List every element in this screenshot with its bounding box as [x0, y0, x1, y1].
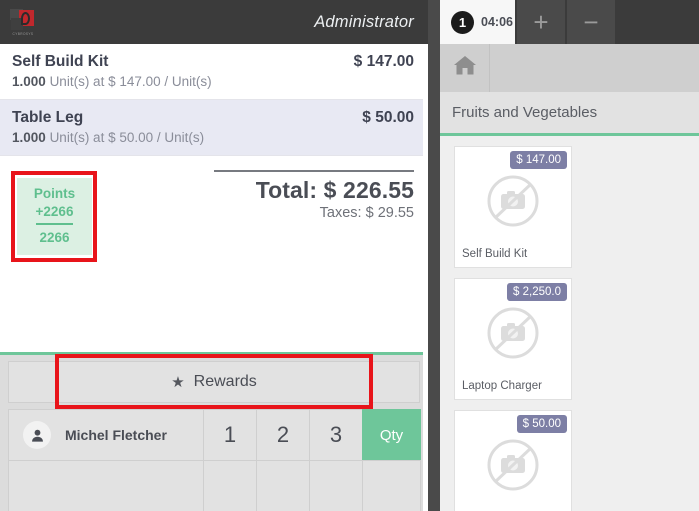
product-card[interactable]: $ 50.00 Table Leg	[454, 410, 572, 511]
home-icon	[453, 55, 477, 81]
rewards-row: ★ Rewards	[0, 354, 428, 409]
order-line-unit-detail: Unit(s) at $ 50.00 / Unit(s)	[49, 130, 205, 145]
qty-mode-button[interactable]: Qty	[362, 409, 421, 461]
keypad-key-5[interactable]	[256, 460, 310, 511]
star-icon: ★	[171, 373, 185, 391]
order-totals: Total: $ 226.55 Taxes: $ 29.55	[214, 170, 414, 221]
product-price: $ 147.00	[510, 151, 567, 169]
keypad-key-6[interactable]	[309, 460, 363, 511]
rewards-button-label: Rewards	[193, 373, 257, 390]
person-icon	[23, 421, 51, 449]
product-price: $ 50.00	[516, 415, 567, 433]
numeric-keypad: Michel Fletcher 1 2 3 Qty	[8, 409, 421, 511]
add-order-button[interactable]: +	[517, 0, 565, 44]
product-card[interactable]: $ 2,250.0 Laptop Charger	[454, 278, 572, 400]
product-name: Self Build Kit	[462, 248, 528, 260]
keypad-row2-action[interactable]	[362, 460, 421, 511]
category-header[interactable]: Fruits and Vegetables	[440, 92, 699, 136]
order-line-row[interactable]: Self Build Kit $ 147.00 1.000 Unit(s) at…	[0, 44, 428, 100]
rewards-button[interactable]: ★ Rewards	[8, 361, 420, 403]
order-line-detail: 1.000 Unit(s) at $ 147.00 / Unit(s)	[12, 74, 414, 89]
logo-wordmark: CYBROSYS	[12, 31, 34, 36]
product-panel: 1 04:06 + − Fruits and Vegetables $ 147.…	[440, 0, 699, 511]
totals-divider	[214, 170, 414, 172]
customer-button[interactable]: Michel Fletcher	[8, 409, 204, 461]
order-tab-number: 1	[451, 10, 474, 34]
order-line-qty: 1.000	[12, 74, 46, 89]
keypad-row	[8, 460, 421, 511]
breadcrumb	[440, 44, 699, 92]
product-name: Laptop Charger	[462, 380, 542, 392]
order-lines-list: Self Build Kit $ 147.00 1.000 Unit(s) at…	[0, 44, 428, 156]
order-line-price: $ 50.00	[362, 109, 414, 126]
keypad-key-3[interactable]: 3	[309, 409, 363, 461]
loyalty-points-box[interactable]: Points +2266 2266	[17, 178, 92, 255]
customer-name: Michel Fletcher	[65, 427, 167, 443]
cybrosys-logo: CYBROSYS	[8, 6, 38, 38]
remove-order-button[interactable]: −	[567, 0, 615, 44]
order-taxes-amount: Taxes: $ 29.55	[319, 205, 414, 221]
pos-screen: CYBROSYS Administrator Self Build Kit $ …	[0, 0, 699, 511]
points-label: Points	[33, 185, 76, 201]
keypad-key-2[interactable]: 2	[256, 409, 310, 461]
order-tabbar: 1 04:06 + −	[440, 0, 699, 44]
order-summary: Points +2266 2266 Total: $ 226.55 Taxes:…	[0, 156, 428, 352]
points-earned: +2266	[35, 204, 74, 226]
order-header: CYBROSYS Administrator	[0, 0, 428, 44]
order-line-product-name: Self Build Kit	[12, 53, 109, 70]
product-price: $ 2,250.0	[507, 283, 567, 301]
product-grid: $ 147.00 Self Build Kit $ 2,250.0 Laptop…	[440, 136, 699, 511]
order-line-qty: 1.000	[12, 130, 46, 145]
logo-mark-icon	[10, 8, 36, 31]
order-panel: CYBROSYS Administrator Self Build Kit $ …	[0, 0, 428, 511]
panel-divider	[428, 0, 440, 511]
order-panel-scrollbar[interactable]	[423, 44, 428, 511]
home-button[interactable]	[440, 44, 490, 92]
current-user-label: Administrator	[314, 12, 414, 31]
order-line-unit-detail: Unit(s) at $ 147.00 / Unit(s)	[49, 74, 212, 89]
keypad-row: Michel Fletcher 1 2 3 Qty	[8, 409, 421, 461]
keypad-key-1[interactable]: 1	[203, 409, 257, 461]
order-total-amount: Total: $ 226.55	[255, 177, 414, 203]
keypad-key-4[interactable]	[203, 460, 257, 511]
order-controls: ★ Rewards Michel Fletcher 1 2 3 Qty	[0, 354, 428, 511]
category-name: Fruits and Vegetables	[452, 104, 598, 121]
order-line-row[interactable]: Table Leg $ 50.00 1.000 Unit(s) at $ 50.…	[0, 100, 428, 156]
order-tab-1[interactable]: 1 04:06	[440, 0, 515, 44]
product-card[interactable]: $ 147.00 Self Build Kit	[454, 146, 572, 268]
keypad-row2-left[interactable]	[8, 460, 204, 511]
points-total: 2266	[39, 230, 70, 246]
order-line-product-name: Table Leg	[12, 109, 84, 126]
order-tab-time: 04:06	[481, 15, 513, 29]
order-line-price: $ 147.00	[353, 53, 414, 70]
order-line-detail: 1.000 Unit(s) at $ 50.00 / Unit(s)	[12, 130, 414, 145]
